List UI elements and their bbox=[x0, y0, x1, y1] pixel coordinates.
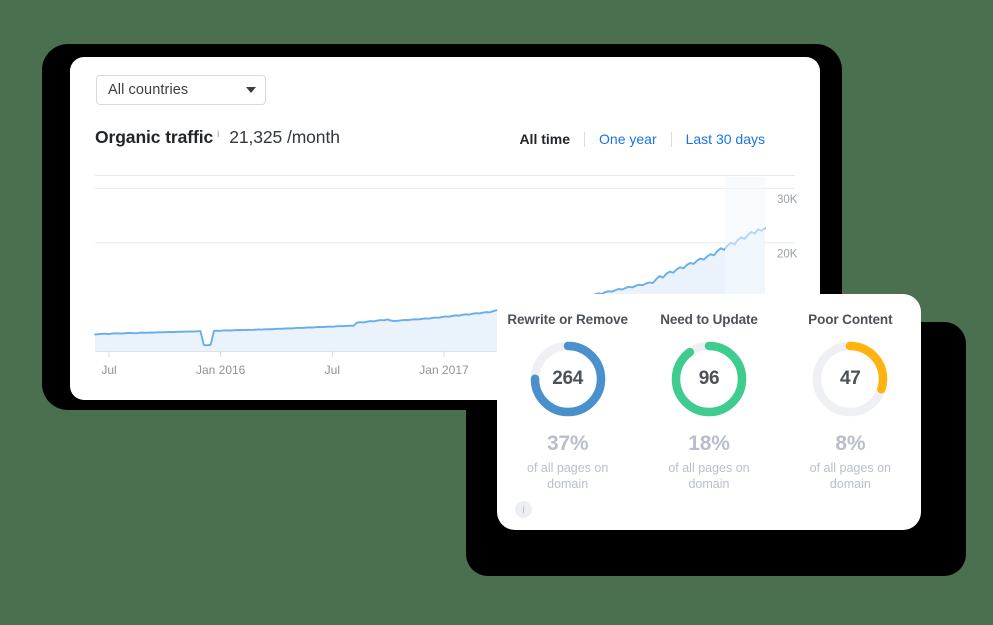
chart-x-tick-label: Jan 2016 bbox=[196, 363, 246, 377]
audit-column: Need to Update 96 18% of all pages on domai… bbox=[638, 312, 779, 492]
audit-caption: of all pages on domain bbox=[527, 461, 609, 491]
audit-percent: 37% bbox=[546, 432, 589, 455]
donut-chart: 47 bbox=[810, 339, 890, 419]
dashboard-stage: All countries Organic traffic i 21,325 /… bbox=[0, 0, 993, 625]
tab-all-time[interactable]: All time bbox=[519, 131, 584, 147]
donut-chart: 96 bbox=[669, 339, 749, 419]
chevron-down-icon bbox=[246, 87, 256, 93]
audit-caption: of all pages on domain bbox=[668, 461, 750, 491]
donut-count: 96 bbox=[698, 368, 720, 389]
chart-x-tick-label: Jul bbox=[101, 363, 116, 377]
chart-y-tick-label: 20K bbox=[777, 248, 798, 260]
info-icon[interactable]: i bbox=[515, 501, 532, 518]
info-icon[interactable]: i bbox=[217, 129, 219, 140]
audit-columns: Rewrite or Remove 264 37% of all pages on d… bbox=[497, 312, 921, 492]
page-title: Organic traffic bbox=[95, 127, 214, 147]
audit-column-title: Rewrite or Remove bbox=[507, 312, 628, 327]
donut-count: 47 bbox=[840, 368, 861, 389]
chart-x-tick-label: Jan 2017 bbox=[419, 363, 469, 377]
donut-chart: 264 bbox=[528, 339, 608, 419]
donut-count: 264 bbox=[552, 368, 584, 389]
audit-percent: 8% bbox=[835, 432, 866, 455]
chart-y-tick-label: 30K bbox=[777, 194, 798, 206]
traffic-header: Organic traffic i 21,325 /month All time… bbox=[70, 127, 820, 175]
audit-column-title: Need to Update bbox=[660, 312, 758, 327]
country-filter-dropdown[interactable]: All countries bbox=[96, 75, 266, 105]
time-range-tabs: All time One year Last 30 days bbox=[519, 129, 779, 149]
audit-caption: of all pages on domain bbox=[809, 461, 891, 491]
tab-one-year[interactable]: One year bbox=[585, 131, 671, 147]
traffic-value: 21,325 /month bbox=[229, 127, 340, 147]
audit-percent: 18% bbox=[688, 432, 730, 455]
traffic-title-group: Organic traffic i 21,325 /month bbox=[95, 127, 340, 148]
country-filter-value: All countries bbox=[108, 82, 189, 98]
audit-column: Poor Content 47 8% of all pages on domain bbox=[780, 312, 921, 492]
tab-last-30-days[interactable]: Last 30 days bbox=[672, 131, 779, 147]
chart-x-tick-label: Jul bbox=[325, 363, 340, 377]
content-audit-card: Rewrite or Remove 264 37% of all pages on d… bbox=[497, 294, 921, 530]
audit-column: Rewrite or Remove 264 37% of all pages on d… bbox=[497, 312, 638, 492]
audit-column-title: Poor Content bbox=[808, 312, 893, 327]
